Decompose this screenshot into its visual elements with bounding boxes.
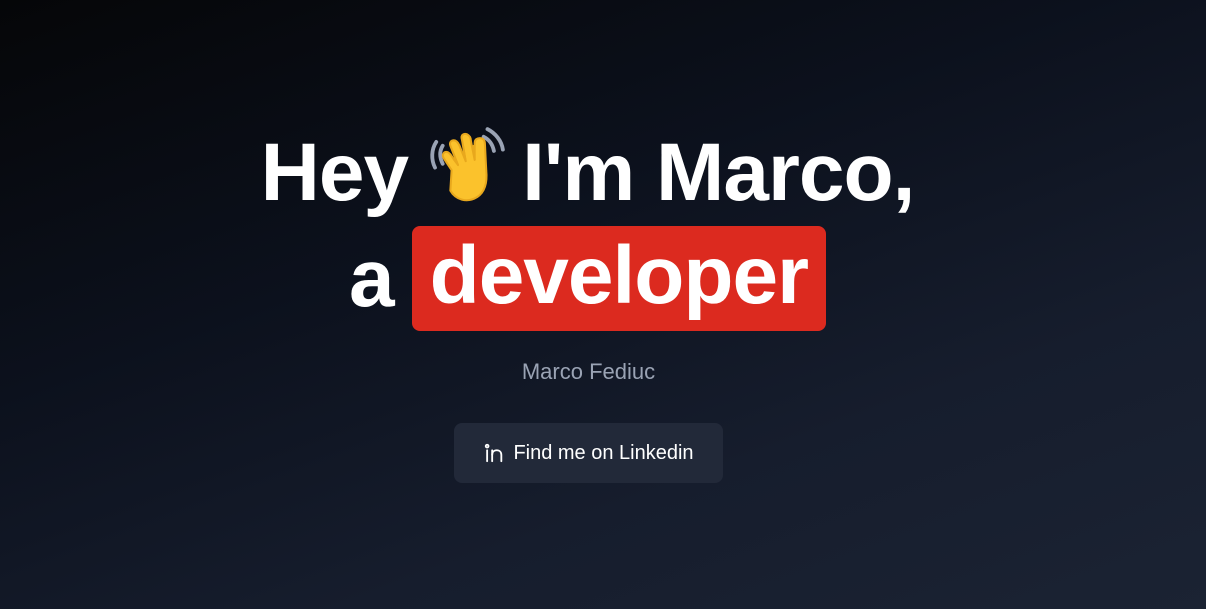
headline-line-2: a developer xyxy=(0,226,1175,331)
headline-line-1: Hey I'm Marco, xyxy=(0,124,1175,221)
greeting-text: Hey xyxy=(260,127,409,218)
role-highlight: developer xyxy=(411,226,826,331)
linkedin-button[interactable]: Find me on Linkedin xyxy=(454,423,723,483)
linkedin-button-label: Find me on Linkedin xyxy=(513,441,694,464)
article-text: a xyxy=(349,233,395,324)
linkedin-icon xyxy=(483,442,505,464)
waving-hand-icon xyxy=(426,124,508,206)
name-intro-text: I'm Marco, xyxy=(522,127,915,218)
author-name: Marco Fediuc xyxy=(521,359,656,384)
hero-section: Hey I'm Marco, a developer Marco Fediuc F… xyxy=(0,0,1206,609)
